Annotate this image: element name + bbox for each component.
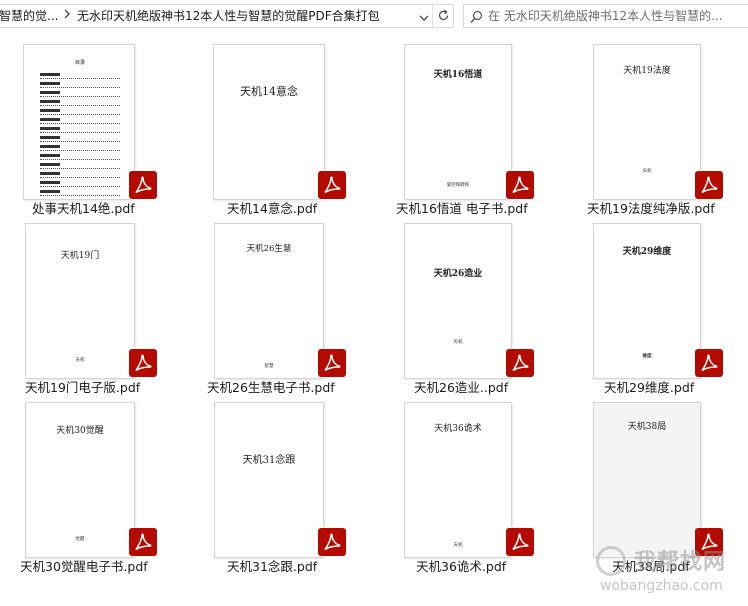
file-thumbnail[interactable]: 天机36诡术 天机 xyxy=(404,402,512,558)
file-name[interactable]: 天机26造业..pdf xyxy=(414,380,508,396)
thumbnail-title: 天机26生慧 xyxy=(246,244,292,254)
thumbnail-subtitle: 天机 xyxy=(75,357,85,363)
file-name[interactable]: 天机29维度.pdf xyxy=(604,380,694,396)
search-box[interactable] xyxy=(463,4,748,28)
file-thumbnail[interactable]: 目录 xyxy=(23,44,135,200)
pdf-icon xyxy=(506,349,534,377)
thumbnail-subtitle: 天机 xyxy=(453,542,463,548)
file-thumbnail[interactable]: 天机16悟道 掌控和转移 xyxy=(404,44,512,200)
file-thumbnail[interactable]: 天机14意念 xyxy=(213,44,325,200)
file-name[interactable]: 天机30觉醒电子书.pdf xyxy=(20,559,148,575)
thumbnail-title: 天机19门 xyxy=(60,251,100,261)
thumbnail-subtitle: 智慧 xyxy=(264,363,274,369)
file-thumbnail[interactable]: 天机19法度 天机 xyxy=(593,44,701,200)
pdf-icon xyxy=(695,349,723,377)
thumbnail-subtitle: 掌控和转移 xyxy=(446,182,470,188)
search-input[interactable] xyxy=(488,6,743,26)
thumbnail-title: 天机38局 xyxy=(627,422,667,432)
search-icon xyxy=(470,9,483,28)
file-thumbnail[interactable]: 天机31念跟 xyxy=(214,402,324,558)
file-name[interactable]: 天机38局.pdf xyxy=(612,559,690,575)
file-name[interactable]: 天机16悟道 电子书.pdf xyxy=(396,201,528,217)
thumbnail-subtitle: 天机 xyxy=(642,168,652,174)
pdf-icon xyxy=(506,171,534,199)
watermark-url: wobangzhao.com xyxy=(600,578,723,594)
chevron-right-icon[interactable] xyxy=(63,8,71,23)
chevron-down-icon xyxy=(419,7,429,26)
file-thumbnail[interactable]: 天机26生慧 智慧 xyxy=(214,223,324,379)
thumbnail-title: 天机29维度 xyxy=(622,247,672,257)
thumbnail-title: 天机16悟道 xyxy=(433,70,483,80)
thumbnail-title: 天机30觉醒 xyxy=(56,426,104,436)
thumbnail-title: 天机31念跟 xyxy=(242,455,296,466)
pdf-icon xyxy=(318,171,346,199)
address-history-button[interactable] xyxy=(415,5,433,27)
file-name[interactable]: 天机14意念.pdf xyxy=(227,201,317,217)
breadcrumb[interactable]: 智慧的觉... 无水印天机绝版神书12本人性与智慧的觉醒PDF合集打包 xyxy=(0,4,454,28)
thumbnail-title: 天机36诡术 xyxy=(434,424,482,434)
refresh-icon xyxy=(437,7,450,26)
file-name[interactable]: 天机19法度纯净版.pdf xyxy=(587,201,715,217)
pdf-icon xyxy=(129,171,157,199)
pdf-icon xyxy=(695,528,723,556)
refresh-button[interactable] xyxy=(432,5,453,27)
thumbnail-toc: 目录 xyxy=(40,59,120,199)
pdf-icon xyxy=(318,528,346,556)
file-thumbnail[interactable]: 天机29维度 维度 xyxy=(593,223,701,379)
file-name[interactable]: 天机31念跟.pdf xyxy=(227,559,317,575)
pdf-icon xyxy=(129,528,157,556)
file-name[interactable]: 天机19门电子版.pdf xyxy=(25,380,140,396)
address-bar: 智慧的觉... 无水印天机绝版神书12本人性与智慧的觉醒PDF合集打包 xyxy=(0,0,748,32)
thumbnail-subtitle: 觉醒 xyxy=(75,536,85,542)
thumbnail-title: 天机14意念 xyxy=(240,85,298,98)
pdf-icon xyxy=(318,349,346,377)
file-name[interactable]: 处事天机14绝.pdf xyxy=(32,201,135,217)
thumbnail-title: 天机26造业 xyxy=(433,269,483,279)
file-thumbnail[interactable]: 天机19门 天机 xyxy=(25,223,135,379)
file-name[interactable]: 天机36诡术.pdf xyxy=(416,559,506,575)
thumbnail-subtitle: 天机 xyxy=(453,339,463,345)
pdf-icon xyxy=(695,171,723,199)
thumbnail-title: 天机19法度 xyxy=(623,66,671,76)
pdf-icon xyxy=(129,349,157,377)
thumbnail-subtitle: 维度 xyxy=(642,353,652,359)
file-thumbnail[interactable]: 天机38局 xyxy=(593,402,701,558)
pdf-icon xyxy=(506,528,534,556)
file-thumbnail[interactable]: 天机26造业 天机 xyxy=(404,223,512,379)
breadcrumb-current[interactable]: 无水印天机绝版神书12本人性与智慧的觉醒PDF合集打包 xyxy=(77,9,380,23)
thumbnail-toc-heading: 目录 xyxy=(74,60,85,66)
file-name[interactable]: 天机26生慧电子书.pdf xyxy=(207,380,335,396)
breadcrumb-parent[interactable]: 智慧的觉... xyxy=(0,9,58,23)
file-thumbnail[interactable]: 天机30觉醒 觉醒 xyxy=(25,402,135,558)
